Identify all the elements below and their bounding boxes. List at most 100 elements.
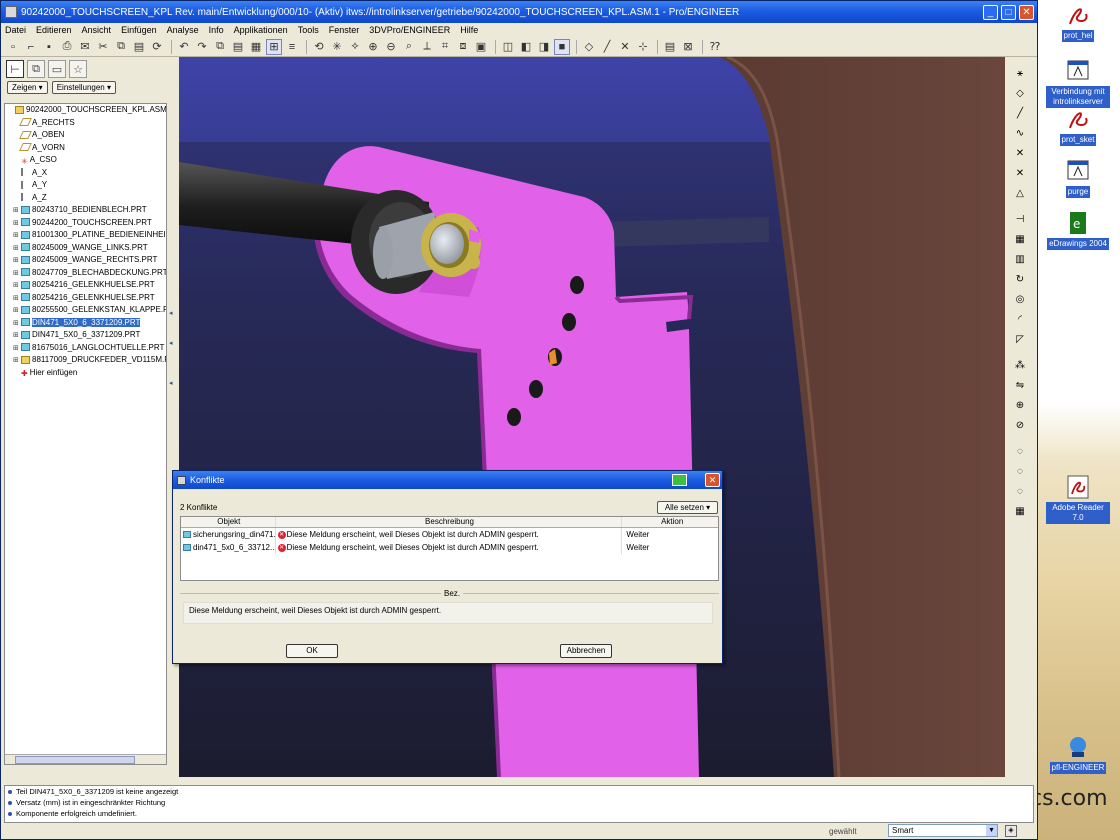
selection-filter-dropdown[interactable]: Smart ▼ bbox=[888, 824, 998, 837]
disabled-tool-icon[interactable]: ◌ bbox=[1012, 443, 1028, 459]
graphics-viewport[interactable] bbox=[179, 57, 1005, 777]
reorient-icon[interactable]: ⟂ bbox=[419, 39, 435, 55]
datum-axes-icon[interactable]: ╱ bbox=[599, 39, 615, 55]
folder-browser-tab-icon[interactable]: ▭ bbox=[48, 60, 66, 78]
datum-axis-tool-icon[interactable]: ╱ bbox=[1012, 105, 1028, 121]
copy-icon[interactable]: ⧉ bbox=[113, 39, 129, 55]
context-help-icon[interactable]: ⁇ bbox=[707, 39, 723, 55]
assemble-icon[interactable]: ⊣ bbox=[1012, 211, 1028, 227]
dialog-close-button[interactable]: ✕ bbox=[705, 473, 720, 487]
round-icon[interactable]: ◜ bbox=[1012, 311, 1028, 327]
zoom-out-icon[interactable]: ⊖ bbox=[383, 39, 399, 55]
scrollbar-thumb[interactable] bbox=[15, 756, 135, 764]
column-header-action[interactable]: Aktion bbox=[622, 517, 718, 527]
dialog-titlebar[interactable]: Konflikte ✕ bbox=[173, 471, 722, 489]
paste-special-icon[interactable]: ▦ bbox=[248, 39, 264, 55]
coordinate-systems-icon[interactable]: ⊹ bbox=[635, 39, 651, 55]
collapse-arrow-icon[interactable]: ◂ bbox=[169, 309, 173, 317]
expand-icon[interactable]: ⊞ bbox=[13, 330, 21, 342]
desktop-icon-adobe-reader[interactable]: Adobe Reader 7.0 bbox=[1046, 474, 1110, 524]
pattern-icon[interactable]: ⁂ bbox=[1012, 357, 1028, 373]
expand-icon[interactable]: ⊞ bbox=[13, 293, 21, 305]
tree-node[interactable]: ⊞ 80245009_WANGE_LINKS.PRT bbox=[5, 242, 166, 255]
tree-node[interactable]: A_VORN bbox=[5, 142, 166, 155]
tree-node[interactable]: ⊞ 81675016_LANGLOCHTUELLE.PRT bbox=[5, 342, 166, 355]
tree-node[interactable]: ⊞ 80247709_BLECHABDECKUNG.PRT bbox=[5, 267, 166, 280]
model-tree-icon[interactable]: ≡ bbox=[284, 39, 300, 55]
desktop-icon-prot-hel[interactable]: prot_hel bbox=[1046, 2, 1110, 42]
tree-node[interactable]: A_Z bbox=[5, 192, 166, 205]
desktop-icon-edrawings[interactable]: e eDrawings 2004 bbox=[1046, 210, 1110, 250]
column-header-description[interactable]: Beschreibung bbox=[276, 517, 623, 527]
hole-icon[interactable]: ◎ bbox=[1012, 291, 1028, 307]
tree-node[interactable]: ⊞ 90244200_TOUCHSCREEN.PRT bbox=[5, 217, 166, 230]
chevron-down-icon[interactable]: ▼ bbox=[986, 825, 997, 836]
menu-fenster[interactable]: Fenster bbox=[329, 25, 360, 35]
datum-point-icon[interactable]: ✕ bbox=[1012, 145, 1028, 161]
menu-einfuegen[interactable]: Einfügen bbox=[121, 25, 157, 35]
favorites-tab-icon[interactable]: ☆ bbox=[69, 60, 87, 78]
save-icon[interactable]: ▪ bbox=[41, 39, 57, 55]
close-window-icon[interactable]: ⊠ bbox=[680, 39, 696, 55]
expand-icon[interactable]: ⊞ bbox=[13, 255, 21, 267]
tree-node[interactable]: ⊞ DIN471_5X0_6_3371209.PRT bbox=[5, 329, 166, 342]
panel-splitter[interactable]: ◂ ◂ ◂ bbox=[167, 59, 179, 777]
chamfer-icon[interactable]: ◸ bbox=[1012, 331, 1028, 347]
expand-icon[interactable]: ⊞ bbox=[13, 318, 21, 330]
selection-filter-icon[interactable]: ⊞ bbox=[266, 38, 282, 55]
wireframe-icon[interactable]: ◫ bbox=[500, 39, 516, 55]
expand-icon[interactable]: ⊞ bbox=[13, 268, 21, 280]
menu-analyse[interactable]: Analyse bbox=[167, 25, 199, 35]
disabled-tool-icon[interactable]: ◌ bbox=[1012, 483, 1028, 499]
spin-icon[interactable]: ▤ bbox=[662, 39, 678, 55]
cut-icon[interactable]: ✂ bbox=[95, 39, 111, 55]
menu-applikationen[interactable]: Applikationen bbox=[234, 25, 288, 35]
menu-info[interactable]: Info bbox=[209, 25, 224, 35]
mirror-icon[interactable]: ⇋ bbox=[1012, 377, 1028, 393]
copy-feature-icon[interactable]: ⧉ bbox=[212, 39, 228, 55]
collapse-arrow-icon[interactable]: ◂ bbox=[169, 339, 173, 347]
query-select-icon[interactable]: ◈ bbox=[1005, 825, 1017, 837]
tree-node[interactable]: ⊞ 80254216_GELENKHUELSE.PRT bbox=[5, 292, 166, 305]
revolve-icon[interactable]: ↻ bbox=[1012, 271, 1028, 287]
tree-node[interactable]: ✚ Hier einfügen bbox=[5, 367, 166, 380]
datum-points-icon[interactable]: ✕ bbox=[617, 39, 633, 55]
paste-icon[interactable]: ▤ bbox=[131, 39, 147, 55]
sketch-icon[interactable]: ⚹ bbox=[1012, 65, 1028, 81]
table-row[interactable]: din471_5x0_6_33712... ✕ Diese Meldung ers… bbox=[181, 541, 718, 554]
regenerate-icon[interactable]: ⟳ bbox=[149, 39, 165, 55]
tree-node[interactable]: ⊞ 88117009_DRUCKFEDER_VD115M.P bbox=[5, 354, 166, 367]
layer-tree-tab-icon[interactable]: ⧉ bbox=[27, 60, 45, 78]
cut-out-icon[interactable]: ⊘ bbox=[1012, 417, 1028, 433]
settings-dropdown[interactable]: Einstellungen ▾ bbox=[51, 80, 116, 94]
set-all-dropdown[interactable]: Alle setzen ▾ bbox=[657, 501, 718, 514]
menu-datei[interactable]: Datei bbox=[5, 25, 26, 35]
desktop-icon-prot-sket[interactable]: prot_sket bbox=[1046, 106, 1110, 146]
menu-hilfe[interactable]: Hilfe bbox=[460, 25, 478, 35]
expand-icon[interactable]: ⊞ bbox=[13, 205, 21, 217]
desktop-icon-introlink[interactable]: Verbindung mit introlinkserver bbox=[1046, 58, 1110, 108]
datum-plane-tool-icon[interactable]: ◇ bbox=[1012, 85, 1028, 101]
model-tree-tab-icon[interactable]: ⊢ bbox=[6, 60, 24, 78]
expand-icon[interactable]: ⊞ bbox=[13, 343, 21, 355]
menu-tools[interactable]: Tools bbox=[298, 25, 319, 35]
open-file-icon[interactable]: ⌐ bbox=[23, 39, 39, 55]
spin-center-icon[interactable]: ✳ bbox=[329, 39, 345, 55]
desktop-icon-purge[interactable]: purge bbox=[1046, 158, 1110, 198]
column-header-object[interactable]: Objekt bbox=[181, 517, 276, 527]
view-manager-icon[interactable]: ▣ bbox=[473, 39, 489, 55]
create-component-icon[interactable]: ▦ bbox=[1012, 231, 1028, 247]
tree-node[interactable]: ⊞ DIN471_5X0_6_3371209.PRT bbox=[5, 317, 166, 330]
tree-node[interactable]: ⊞ 81001300_PLATINE_BEDIENEINHEIT bbox=[5, 229, 166, 242]
email-icon[interactable]: ✉ bbox=[77, 39, 93, 55]
desktop-icon-proengineer[interactable]: pfl-ENGINEER bbox=[1046, 734, 1110, 774]
menu-ansicht[interactable]: Ansicht bbox=[82, 25, 112, 35]
new-file-icon[interactable]: ▫ bbox=[5, 39, 21, 55]
window-titlebar[interactable]: 90242000_TOUCHSCREEN_KPL Rev. main/Entwi… bbox=[1, 1, 1037, 23]
menu-editieren[interactable]: Editieren bbox=[36, 25, 72, 35]
tree-node[interactable]: A_X bbox=[5, 167, 166, 180]
expand-icon[interactable]: ⊞ bbox=[13, 355, 21, 367]
paste-feature-icon[interactable]: ▤ bbox=[230, 39, 246, 55]
saved-views-icon[interactable]: ⌗ bbox=[437, 39, 453, 55]
print-icon[interactable]: ⎙ bbox=[59, 39, 75, 55]
